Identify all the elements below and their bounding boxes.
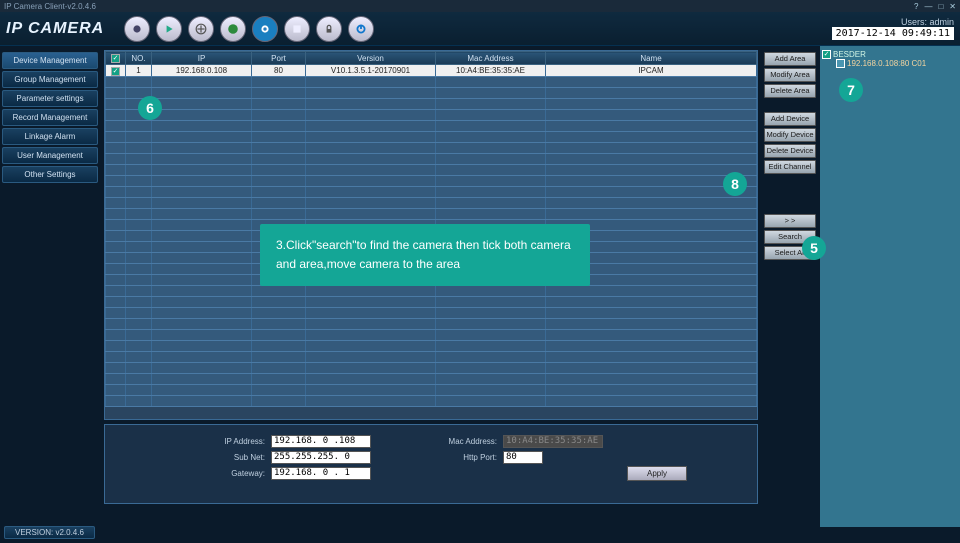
table-row [106,308,757,319]
ip-label: IP Address: [145,437,265,446]
camera-label: 192.168.0.108:80 C01 [847,59,926,68]
row-checkbox[interactable]: ✓ [111,67,120,76]
sidebar-item-parameter-settings[interactable]: Parameter settings [2,90,98,107]
maximize-icon[interactable]: □ [938,2,943,11]
col-mac: Mac Address [436,52,546,65]
table-row [106,121,757,132]
camera-checkbox[interactable] [836,59,845,68]
action-panel: Add Area Modify Area Delete Area Add Dev… [762,46,818,527]
add-device-button[interactable]: Add Device [764,112,816,126]
area-checkbox[interactable]: ✓ [822,50,831,59]
col-check[interactable]: ✓ [106,52,126,65]
table-row [106,88,757,99]
table-row [106,99,757,110]
help-icon[interactable]: ? [914,2,918,11]
globe-icon[interactable] [220,16,246,42]
mac-input [503,435,603,448]
log-icon[interactable] [284,16,310,42]
table-row [106,198,757,209]
table-row [106,396,757,407]
sidebar-item-group-management[interactable]: Group Management [2,71,98,88]
badge-5: 5 [802,236,826,260]
mac-label: Mac Address: [377,437,497,446]
cell-version: V10.1.3.5.1-20170901 [306,65,436,77]
col-version: Version [306,52,436,65]
apply-button[interactable]: Apply [627,466,687,481]
logo: IP CAMERA [6,20,104,38]
minimize-icon[interactable]: — [924,2,932,11]
camera-icon[interactable] [124,16,150,42]
sidebar-item-record-management[interactable]: Record Management [2,109,98,126]
modify-area-button[interactable]: Modify Area [764,68,816,82]
gear-icon[interactable] [252,16,278,42]
datetime: 2017-12-14 09:49:11 [832,27,954,40]
table-row [106,132,757,143]
col-name: Name [546,52,757,65]
lock-icon[interactable] [316,16,342,42]
table-row [106,363,757,374]
table-row [106,385,757,396]
table-row [106,143,757,154]
network-settings: IP Address: Mac Address: Sub Net: Http P… [104,424,758,504]
table-row [106,77,757,88]
table-row [106,176,757,187]
user-label: Users: admin [832,17,954,27]
badge-7: 7 [839,78,863,102]
table-row[interactable]: ✓ 1192.168.0.10880V10.1.3.5.1-2017090110:… [106,65,757,77]
ip-input[interactable] [271,435,371,448]
toolbar: IP CAMERA Users: admin 2017-12-14 09:49:… [0,12,960,46]
tree-area-item[interactable]: ✓ BESDER [822,50,958,59]
area-tree: ✓ BESDER 192.168.0.108:80 C01 [820,46,960,527]
badge-8: 8 [723,172,747,196]
table-row [106,374,757,385]
sidebar-item-user-management[interactable]: User Management [2,147,98,164]
play-icon[interactable] [156,16,182,42]
cell-no: 1 [126,65,152,77]
httpport-label: Http Port: [377,453,497,462]
gateway-input[interactable] [271,467,371,480]
badge-6: 6 [138,96,162,120]
table-row [106,341,757,352]
modify-device-button[interactable]: Modify Device [764,128,816,142]
table-row [106,352,757,363]
delete-device-button[interactable]: Delete Device [764,144,816,158]
close-icon[interactable]: ✕ [949,2,956,11]
table-row [106,154,757,165]
gateway-label: Gateway: [145,469,265,478]
table-row [106,165,757,176]
power-icon[interactable] [348,16,374,42]
col-no: NO. [126,52,152,65]
edit-channel-button[interactable]: Edit Channel [764,160,816,174]
title-bar: IP Camera Client-v2.0.4.6 ? — □ ✕ [0,0,960,12]
tree-camera-item[interactable]: 192.168.0.108:80 C01 [836,59,958,68]
subnet-input[interactable] [271,451,371,464]
col-port: Port [252,52,306,65]
sidebar-item-other-settings[interactable]: Other Settings [2,166,98,183]
table-row [106,209,757,220]
cell-name: IPCAM [546,65,757,77]
version-label: VERSION: v2.0.4.6 [4,526,95,539]
sidebar-item-linkage-alarm[interactable]: Linkage Alarm [2,128,98,145]
cell-ip: 192.168.0.108 [152,65,252,77]
delete-area-button[interactable]: Delete Area [764,84,816,98]
col-ip: IP [152,52,252,65]
sidebar: Device Management Group Management Param… [0,46,100,527]
instruction-callout: 3.Click"search"to find the camera then t… [260,224,590,286]
httpport-input[interactable] [503,451,543,464]
area-label: BESDER [833,50,866,59]
sidebar-item-device-management[interactable]: Device Management [2,52,98,69]
cell-mac: 10:A4:BE:35:35:AE [436,65,546,77]
add-area-button[interactable]: Add Area [764,52,816,66]
move-button[interactable]: > > [764,214,816,228]
cell-port: 80 [252,65,306,77]
app-title: IP Camera Client-v2.0.4.6 [4,2,96,11]
table-row [106,297,757,308]
table-row [106,286,757,297]
subnet-label: Sub Net: [145,453,265,462]
table-row [106,187,757,198]
record-icon[interactable] [188,16,214,42]
table-row [106,319,757,330]
table-row [106,330,757,341]
table-row [106,110,757,121]
